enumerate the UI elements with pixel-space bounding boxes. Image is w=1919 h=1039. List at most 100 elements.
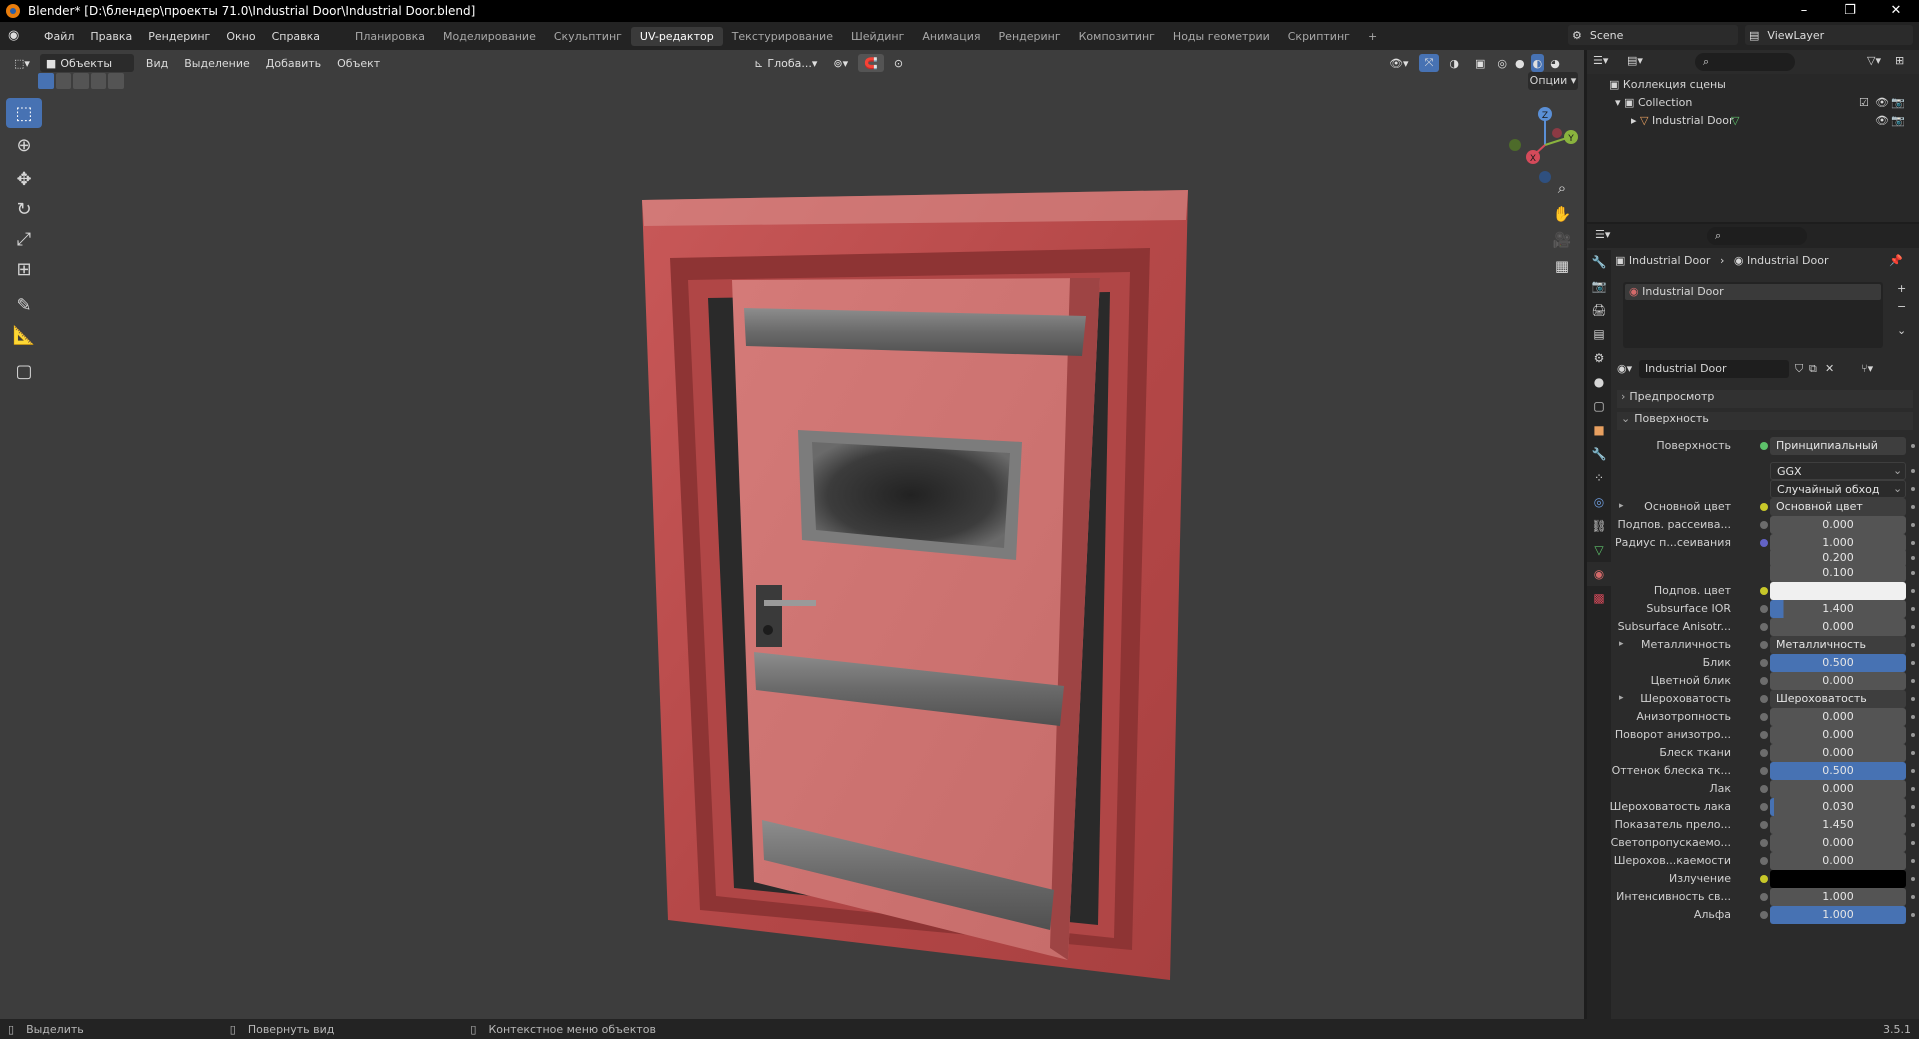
keyframe-dot-icon[interactable] bbox=[1911, 697, 1915, 701]
property-value-field[interactable]: 1.000 bbox=[1770, 888, 1906, 906]
tab-geometry-nodes[interactable]: Ноды геометрии bbox=[1164, 27, 1279, 46]
render-tab-icon[interactable]: 📷 bbox=[1587, 274, 1611, 298]
expand-socket-icon[interactable]: ▸ bbox=[1619, 501, 1624, 511]
property-value-field[interactable]: 0.000 bbox=[1770, 852, 1906, 870]
modifier-tab-icon[interactable]: 🔧 bbox=[1587, 442, 1611, 466]
industrial-door-model[interactable] bbox=[630, 130, 1200, 1010]
socket-icon[interactable] bbox=[1760, 587, 1768, 595]
surface-panel-header[interactable]: ⌄ Поверхность bbox=[1617, 412, 1913, 430]
slot-menu-icon[interactable]: ⌄ bbox=[1897, 324, 1906, 337]
tab-scripting[interactable]: Скриптинг bbox=[1279, 27, 1359, 46]
pivot-icon[interactable]: ⊚▾ bbox=[827, 54, 854, 72]
socket-icon[interactable] bbox=[1760, 695, 1768, 703]
gizmo-toggle-icon[interactable]: ⤧ bbox=[1418, 54, 1440, 72]
property-dropdown[interactable]: GGX bbox=[1770, 462, 1906, 480]
constraints-tab-icon[interactable]: ⛓ bbox=[1587, 514, 1611, 538]
property-value-field[interactable]: 1.000 bbox=[1770, 906, 1906, 924]
add-slot-icon[interactable]: + bbox=[1897, 282, 1906, 295]
scene-selector[interactable]: ⚙ Scene bbox=[1568, 25, 1738, 45]
expand-arrow-icon[interactable]: ▾ bbox=[1615, 96, 1621, 109]
minimize-button[interactable]: – bbox=[1781, 0, 1827, 22]
editor-type-icon[interactable]: ⬚▾ bbox=[8, 54, 36, 72]
solid-shading-icon[interactable]: ● bbox=[1513, 54, 1527, 72]
property-value-field[interactable]: 1.450 bbox=[1770, 816, 1906, 834]
data-tab-icon[interactable]: ▽ bbox=[1587, 538, 1611, 562]
overlays-icon[interactable]: ◑ bbox=[1443, 54, 1465, 72]
texture-tab-icon[interactable]: ▩ bbox=[1587, 586, 1611, 610]
menu-object[interactable]: Объект bbox=[329, 57, 388, 70]
mesh-data-icon[interactable]: ▽ bbox=[1731, 114, 1739, 127]
keyframe-dot-icon[interactable] bbox=[1911, 589, 1915, 593]
add-workspace-button[interactable]: + bbox=[1359, 27, 1386, 46]
scene-tab-icon[interactable]: ⚙ bbox=[1587, 346, 1611, 370]
property-value-field[interactable]: 0.000 bbox=[1770, 708, 1906, 726]
select-extend-icon[interactable] bbox=[55, 73, 72, 89]
tab-uv-editing[interactable]: UV-редактор bbox=[630, 26, 723, 46]
socket-icon[interactable] bbox=[1760, 821, 1768, 829]
menu-edit[interactable]: Правка bbox=[82, 30, 140, 43]
socket-icon[interactable] bbox=[1760, 803, 1768, 811]
property-value-field[interactable]: 0.000 bbox=[1770, 834, 1906, 852]
keyframe-dot-icon[interactable] bbox=[1911, 541, 1915, 545]
keyframe-dot-icon[interactable] bbox=[1911, 643, 1915, 647]
pin-icon[interactable]: 📌 bbox=[1889, 254, 1903, 267]
keyframe-dot-icon[interactable] bbox=[1911, 859, 1915, 863]
options-dropdown[interactable]: Опции ▾ bbox=[1528, 72, 1578, 90]
keyframe-dot-icon[interactable] bbox=[1911, 556, 1915, 560]
preview-panel-header[interactable]: › Предпросмотр bbox=[1617, 390, 1913, 408]
select-intersect-icon[interactable] bbox=[108, 73, 124, 89]
socket-icon[interactable] bbox=[1760, 785, 1768, 793]
socket-icon[interactable] bbox=[1760, 641, 1768, 649]
navigation-gizmo[interactable]: Z Y X bbox=[1505, 100, 1585, 190]
new-collection-icon[interactable]: ⊞ bbox=[1895, 54, 1904, 67]
socket-icon[interactable] bbox=[1760, 749, 1768, 757]
expand-socket-icon[interactable]: ▸ bbox=[1619, 693, 1624, 703]
socket-icon[interactable] bbox=[1760, 839, 1768, 847]
keyframe-dot-icon[interactable] bbox=[1911, 877, 1915, 881]
view-layer-tab-icon[interactable]: ▤ bbox=[1587, 322, 1611, 346]
menu-view[interactable]: Вид bbox=[138, 57, 176, 70]
object-row[interactable]: ▸ ▽ Industrial Door ▽ 👁 📷 bbox=[1631, 114, 1915, 127]
keyframe-dot-icon[interactable] bbox=[1911, 444, 1915, 448]
tab-compositing[interactable]: Композитинг bbox=[1070, 27, 1164, 46]
annotate-tool-icon[interactable]: ✎ bbox=[6, 290, 42, 320]
zoom-icon[interactable]: ⌕ bbox=[1548, 174, 1576, 202]
unlink-material-icon[interactable]: ✕ bbox=[1825, 362, 1834, 375]
tab-layout[interactable]: Планировка bbox=[346, 27, 434, 46]
socket-icon[interactable] bbox=[1760, 713, 1768, 721]
socket-icon[interactable] bbox=[1760, 659, 1768, 667]
material-shading-icon[interactable]: ◐ bbox=[1530, 54, 1545, 72]
select-invert-icon[interactable] bbox=[90, 73, 107, 89]
keyframe-dot-icon[interactable] bbox=[1911, 769, 1915, 773]
property-value-field[interactable]: Принципиальный BSDF bbox=[1770, 437, 1906, 455]
xray-icon[interactable]: ▣ bbox=[1469, 54, 1491, 72]
collection-row[interactable]: ▾ ▣ Collection ☑ 👁 📷 bbox=[1615, 96, 1915, 109]
property-value-field[interactable]: 0.000 bbox=[1770, 726, 1906, 744]
mode-selector[interactable]: ■ Объекты bbox=[39, 54, 134, 72]
add-cube-tool-icon[interactable]: ▢ bbox=[6, 356, 42, 386]
scene-collection-row[interactable]: ▣ Коллекция сцены bbox=[1609, 78, 1726, 91]
menu-select[interactable]: Выделение bbox=[176, 57, 258, 70]
socket-icon[interactable] bbox=[1760, 911, 1768, 919]
tool-tab-icon[interactable]: 🔧 bbox=[1587, 250, 1611, 274]
select-box-tool-icon[interactable]: ⬚ bbox=[6, 98, 42, 128]
menu-window[interactable]: Окно bbox=[218, 30, 263, 43]
keyframe-dot-icon[interactable] bbox=[1911, 787, 1915, 791]
output-tab-icon[interactable]: 🖨 bbox=[1587, 298, 1611, 322]
keyframe-dot-icon[interactable] bbox=[1911, 625, 1915, 629]
particles-tab-icon[interactable]: ⁘ bbox=[1587, 466, 1611, 490]
property-value-field[interactable]: 0.000 bbox=[1770, 672, 1906, 690]
socket-icon[interactable] bbox=[1760, 857, 1768, 865]
menu-render[interactable]: Рендеринг bbox=[140, 30, 218, 43]
outliner-search-icon[interactable]: ⌕ bbox=[1695, 53, 1795, 71]
property-value-field[interactable]: 0.000 bbox=[1770, 780, 1906, 798]
properties-editor-icon[interactable]: ☰▾ bbox=[1595, 228, 1610, 241]
pan-hand-icon[interactable]: ✋ bbox=[1548, 200, 1576, 228]
socket-icon[interactable] bbox=[1760, 767, 1768, 775]
tab-texture-paint[interactable]: Текстурирование bbox=[723, 27, 842, 46]
keyframe-dot-icon[interactable] bbox=[1911, 805, 1915, 809]
property-value-field[interactable]: Металличность bbox=[1770, 636, 1906, 654]
menu-help[interactable]: Справка bbox=[264, 30, 328, 43]
physics-tab-icon[interactable]: ◎ bbox=[1587, 490, 1611, 514]
property-value-field[interactable]: 0.100 bbox=[1770, 564, 1906, 582]
